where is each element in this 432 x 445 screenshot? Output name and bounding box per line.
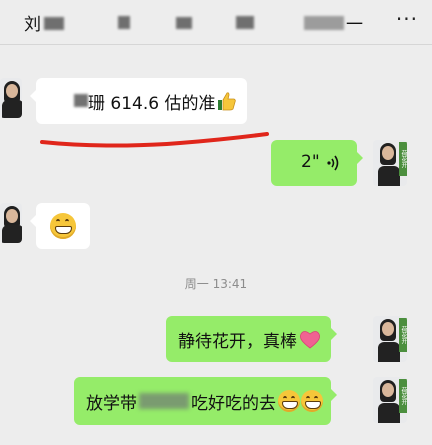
message-text-part1: 放学带 bbox=[86, 393, 137, 414]
red-annotation-line bbox=[40, 132, 269, 148]
my-avatar[interactable]: 荷花开 bbox=[373, 377, 407, 423]
message-bubble[interactable]: 放学带 吃好吃的去 bbox=[74, 377, 337, 425]
timestamp: 周一 13:41 bbox=[184, 277, 248, 291]
my-avatar[interactable]: 荷花开 bbox=[373, 140, 407, 186]
avatar-badge: 荷花开 bbox=[399, 142, 407, 176]
voice-duration: 2" bbox=[301, 152, 320, 172]
contact-avatar[interactable] bbox=[0, 78, 22, 118]
grinning-face-icon bbox=[278, 390, 300, 412]
voice-wave-icon bbox=[327, 155, 339, 171]
voice-message-bubble[interactable]: 2" bbox=[271, 140, 363, 186]
chat-header: 刘 一 ··· bbox=[0, 0, 432, 45]
redacted-text-block bbox=[74, 94, 88, 107]
my-avatar[interactable]: 荷花开 bbox=[373, 316, 407, 362]
message-text: 静待花开，真棒 bbox=[178, 331, 297, 352]
chat-title-first-char: 刘 bbox=[24, 15, 41, 35]
emoji-message-bubble[interactable] bbox=[30, 203, 90, 249]
redacted-title-block bbox=[176, 17, 192, 29]
message-bubble[interactable]: 珊 614.6 估的准 bbox=[29, 78, 248, 124]
message-text-part2: 吃好吃的去 bbox=[191, 393, 276, 414]
heart-icon bbox=[300, 331, 320, 349]
thumbs-up-icon bbox=[218, 92, 237, 111]
redacted-text-block bbox=[139, 393, 189, 409]
grinning-face-icon bbox=[301, 390, 323, 412]
contact-avatar[interactable] bbox=[0, 203, 22, 243]
avatar-badge: 荷花开 bbox=[399, 379, 407, 413]
message-bubble[interactable]: 静待花开，真棒 bbox=[166, 316, 337, 362]
redacted-title-block bbox=[304, 16, 344, 30]
more-options-button[interactable]: ··· bbox=[396, 7, 418, 31]
chat-title-last-chars: 一 bbox=[346, 15, 363, 35]
redacted-title-block bbox=[118, 16, 130, 29]
message-text: 珊 614.6 估的准 bbox=[88, 93, 216, 114]
grinning-face-icon bbox=[50, 213, 76, 239]
redacted-title-block bbox=[236, 16, 254, 29]
redacted-title-block bbox=[44, 17, 64, 30]
avatar-badge: 荷花开 bbox=[399, 318, 407, 352]
